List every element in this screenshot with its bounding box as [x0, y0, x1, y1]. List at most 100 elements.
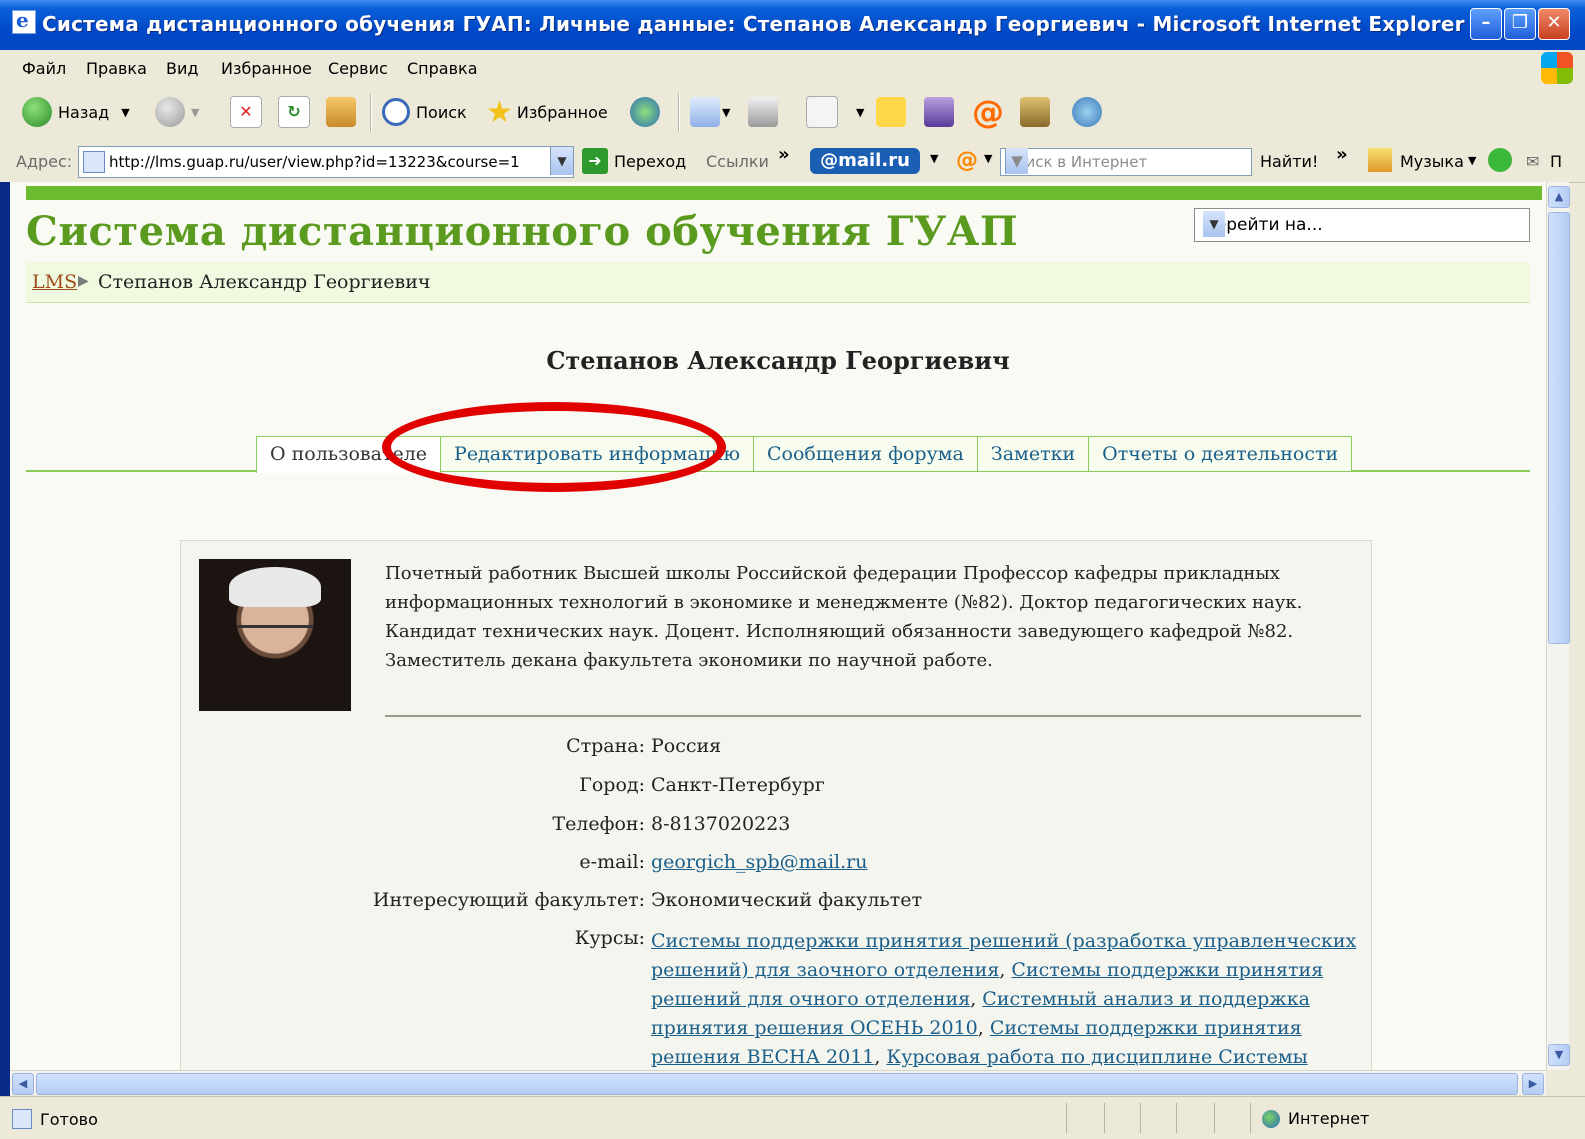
chevron-down-icon[interactable]: ▼ — [984, 152, 992, 165]
menu-file[interactable]: Файл — [22, 59, 66, 78]
history-button[interactable] — [630, 96, 666, 128]
user-description: Почетный работник Высшей школы Российско… — [385, 563, 1303, 671]
email-link[interactable]: georgich_spb@mail.ru — [651, 851, 867, 873]
menu-favorites[interactable]: Избранное — [221, 59, 312, 78]
chevron-down-icon[interactable]: ▼ — [1203, 211, 1225, 237]
at-button[interactable]: @ — [972, 93, 1004, 131]
vertical-scrollbar[interactable]: ▲ ▼ — [1546, 182, 1570, 1070]
minimize-button[interactable]: – — [1470, 8, 1502, 40]
zone-label: Интернет — [1288, 1109, 1370, 1128]
scroll-down-button[interactable]: ▼ — [1548, 1044, 1570, 1066]
links-more-button[interactable]: » — [778, 144, 790, 165]
back-button[interactable]: Назад ▼ — [22, 96, 130, 128]
menu-tools[interactable]: Сервис — [328, 59, 388, 78]
horizontal-scrollbar[interactable]: ◀ ▶ — [10, 1070, 1546, 1095]
status-label: Готово — [40, 1109, 98, 1129]
chevron-down-icon[interactable]: ▼ — [722, 106, 730, 119]
scroll-left-button[interactable]: ◀ — [12, 1073, 34, 1095]
status-text: Готово — [12, 1109, 98, 1129]
print-button[interactable] — [748, 96, 778, 128]
music-button[interactable]: Музыка — [1400, 152, 1464, 171]
browser-window: Система дистанционного обучения ГУАП: Ли… — [0, 0, 1585, 1139]
chevron-down-icon[interactable]: ▼ — [1468, 154, 1476, 167]
research-icon — [1020, 97, 1050, 127]
research-button[interactable] — [1020, 96, 1050, 128]
annotation-red-ellipse — [382, 402, 726, 492]
scroll-up-button[interactable]: ▲ — [1548, 186, 1570, 208]
breadcrumb-home-link[interactable]: LMS — [32, 271, 77, 293]
truncated-button[interactable]: П — [1550, 152, 1562, 171]
status-divider — [1066, 1103, 1067, 1133]
address-dropdown-button[interactable]: ▼ — [550, 147, 573, 175]
status-bar: Готово Интернет — [0, 1096, 1585, 1139]
scroll-right-button[interactable]: ▶ — [1522, 1073, 1544, 1095]
find-button[interactable]: Найти! — [1260, 152, 1318, 171]
address-input[interactable]: http://lms.guap.ru/user/view.php?id=1322… — [78, 146, 574, 178]
tab-notes[interactable]: Заметки — [976, 436, 1090, 471]
agent-icon[interactable] — [1488, 148, 1512, 172]
windows-logo-icon — [1541, 52, 1573, 84]
status-divider — [1104, 1103, 1105, 1133]
envelope-icon[interactable]: ✉ — [1526, 152, 1539, 171]
chevron-down-icon[interactable]: ▼ — [191, 106, 199, 119]
menu-edit[interactable]: Правка — [86, 59, 147, 78]
at-icon: @ — [972, 93, 1004, 131]
edit-button[interactable]: ▼ — [806, 96, 864, 128]
search-button[interactable]: Поиск — [382, 96, 467, 128]
links-label[interactable]: Ссылки — [706, 152, 769, 171]
home-button[interactable] — [326, 96, 356, 128]
go-label: Переход — [614, 151, 687, 171]
jump-to-select[interactable]: Перейти на... ▼ — [1194, 208, 1530, 242]
address-url[interactable]: http://lms.guap.ru/user/view.php?id=1322… — [109, 153, 520, 171]
vertical-scroll-thumb[interactable] — [1548, 212, 1570, 644]
mail-button[interactable]: ▼ — [690, 96, 730, 128]
go-arrow-icon: ➜ — [582, 148, 608, 174]
internet-search-input[interactable]: Поиск в Интернет ▼ — [1000, 148, 1252, 176]
refresh-button[interactable]: ↻ — [278, 96, 310, 128]
chevron-down-icon[interactable]: ▼ — [930, 152, 938, 165]
menu-view[interactable]: Вид — [166, 59, 198, 78]
header-green-bar — [26, 186, 1542, 200]
profile-box: Почетный работник Высшей школы Российско… — [180, 540, 1372, 1070]
close-button[interactable]: ✕ — [1538, 8, 1570, 40]
chevron-down-icon[interactable]: ▼ — [121, 106, 129, 119]
user-photo — [199, 559, 351, 711]
messenger-icon — [924, 97, 954, 127]
refresh-icon: ↻ — [278, 96, 310, 128]
search-label: Поиск — [416, 102, 467, 122]
divider — [385, 715, 1361, 717]
address-label: Адрес: — [16, 152, 73, 171]
search-dropdown-button[interactable]: ▼ — [1005, 148, 1028, 174]
tab-activity-reports[interactable]: Отчеты о деятельности — [1088, 436, 1353, 471]
go-button[interactable]: ➜ Переход — [582, 148, 686, 174]
title-bar[interactable]: Система дистанционного обучения ГУАП: Ли… — [0, 0, 1585, 52]
horizontal-scroll-thumb[interactable] — [36, 1073, 1518, 1095]
status-divider — [1250, 1103, 1251, 1133]
contacts-button[interactable] — [1072, 96, 1102, 128]
notes-button[interactable] — [876, 96, 906, 128]
photo-hair — [229, 567, 321, 607]
mailru-logo[interactable]: @mail.ru — [810, 148, 920, 174]
breadcrumb-arrow-icon: ▶ — [78, 273, 89, 289]
mailru-search-icon[interactable]: @ — [956, 148, 978, 173]
tab-forum-posts[interactable]: Сообщения форума — [753, 436, 978, 471]
messenger-button[interactable] — [924, 96, 954, 128]
favorites-button[interactable]: ★ Избранное — [486, 95, 608, 130]
phone-label: Телефон: — [552, 813, 645, 835]
menu-bar: Файл Правка Вид Избранное Сервис Справка — [0, 50, 1585, 87]
email-label: e-mail: — [579, 851, 645, 873]
toolbar-separator — [370, 94, 372, 132]
country-label: Страна: — [566, 735, 645, 757]
breadcrumb: LMS ▶ Степанов Александр Георгиевич — [26, 262, 1530, 303]
photo-glasses — [237, 625, 313, 648]
menu-help[interactable]: Справка — [407, 59, 478, 78]
printer-icon — [748, 97, 778, 127]
faculty-value: Экономический факультет — [651, 889, 923, 911]
status-divider — [1214, 1103, 1215, 1133]
forward-button[interactable]: ▼ — [155, 96, 199, 128]
more-button[interactable]: » — [1336, 144, 1348, 165]
maximize-button[interactable]: ❐ — [1504, 8, 1536, 40]
stop-button[interactable]: ✕ — [230, 96, 262, 128]
chevron-down-icon[interactable]: ▼ — [856, 106, 864, 119]
site-title: Система дистанционного обучения ГУАП — [26, 208, 1019, 255]
